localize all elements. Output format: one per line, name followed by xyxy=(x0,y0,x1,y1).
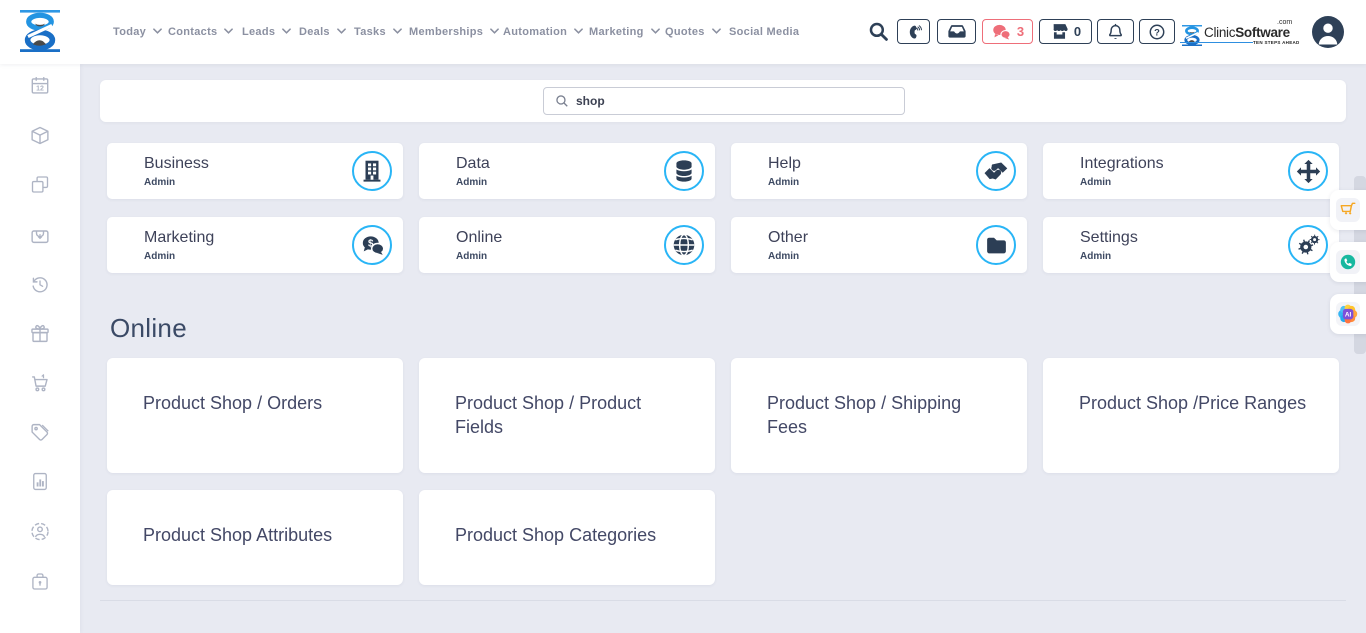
svg-text:AI: AI xyxy=(1345,311,1352,318)
svg-text:$: $ xyxy=(367,238,373,249)
svg-text:?: ? xyxy=(1154,26,1160,37)
svg-text:12: 12 xyxy=(36,85,44,92)
